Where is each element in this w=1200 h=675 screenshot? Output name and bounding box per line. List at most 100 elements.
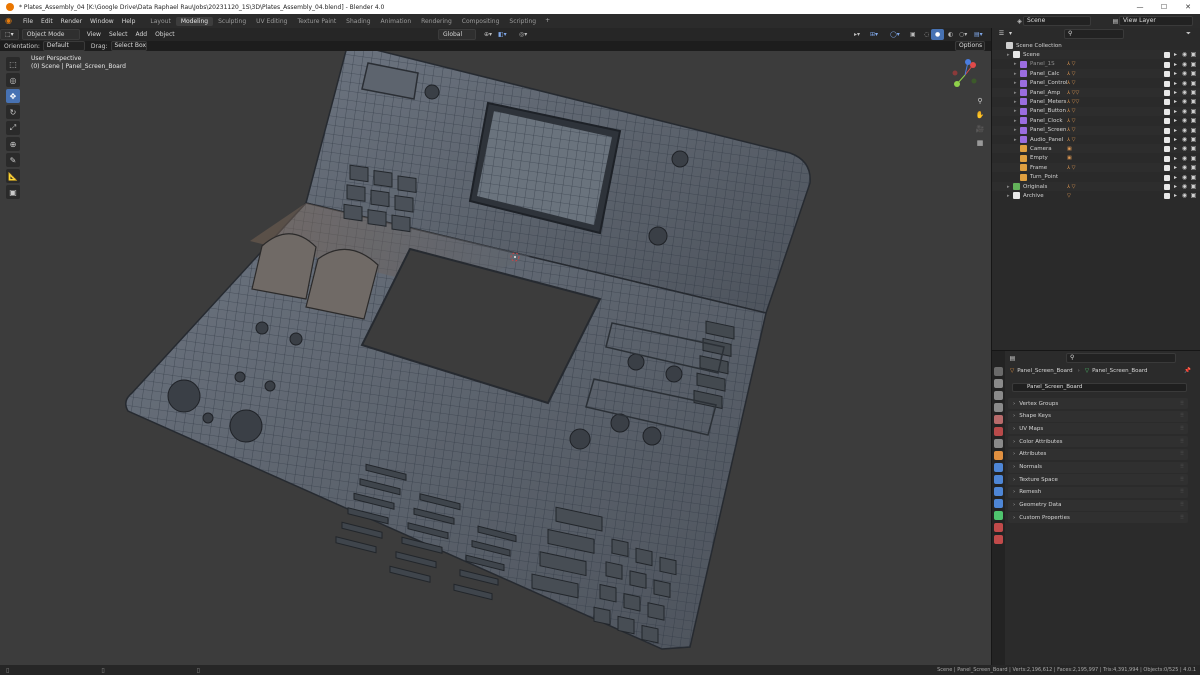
panel-uv-maps[interactable]: › UV Maps ⠿ <box>1008 423 1188 435</box>
tab-shading[interactable]: Shading <box>341 17 375 26</box>
outliner-row[interactable]: ▸ Panel_Button ⅄ ▽ ▸ ◉ ▣ <box>992 106 1200 116</box>
x-axis-handle[interactable] <box>970 62 976 68</box>
eye-icon[interactable]: ◉ <box>1181 89 1188 96</box>
tab-scripting[interactable]: Scripting <box>504 17 541 26</box>
material-tab-icon[interactable] <box>994 523 1003 532</box>
outliner-row[interactable]: ▸ Panel_Calc ⅄ ▽ ▸ ◉ ▣ <box>992 69 1200 79</box>
tool-tab-icon[interactable] <box>994 367 1003 376</box>
tab-modeling[interactable]: Modeling <box>175 16 214 26</box>
proportional-edit-icon[interactable]: ◎▾ <box>515 29 531 40</box>
menu-window[interactable]: Window <box>86 18 118 25</box>
eye-icon[interactable]: ◉ <box>1181 127 1188 134</box>
modifier-tab-icon[interactable] <box>994 463 1003 472</box>
eye-icon[interactable]: ◉ <box>1181 155 1188 162</box>
drag-handle-icon[interactable]: ⠿ <box>1180 426 1184 432</box>
gizmo-toggle-icon[interactable]: ⊞▾ <box>866 29 882 40</box>
render-camera-icon[interactable]: ▣ <box>1190 192 1197 199</box>
eye-icon[interactable]: ◉ <box>1181 108 1188 115</box>
panel-attributes[interactable]: › Attributes ⠿ <box>1008 448 1188 460</box>
y-axis-handle[interactable] <box>954 81 960 87</box>
particles-tab-icon[interactable] <box>994 475 1003 484</box>
select-arrow-icon[interactable]: ▸ <box>1172 51 1179 58</box>
outliner-row[interactable]: ▸ Panel_Amp ⅄ ▽▽ ▸ ◉ ▣ <box>992 88 1200 97</box>
exclude-checkbox[interactable] <box>1164 174 1170 181</box>
render-camera-icon[interactable]: ▣ <box>1190 145 1197 152</box>
render-camera-icon[interactable]: ▣ <box>1190 108 1197 115</box>
select-arrow-icon[interactable]: ▸ <box>1172 127 1179 134</box>
outliner-row[interactable]: ▸ Scene ▸ ◉ ▣ <box>992 50 1200 60</box>
tab-rendering[interactable]: Rendering <box>416 17 457 26</box>
panel-color-attributes[interactable]: › Color Attributes ⠿ <box>1008 436 1188 448</box>
annotate-tool[interactable]: ✎ <box>6 153 20 167</box>
drag-handle-icon[interactable]: ⠿ <box>1180 502 1184 508</box>
neg-y-axis-handle[interactable] <box>971 78 977 84</box>
menu-object[interactable]: Object <box>151 29 179 40</box>
display-mode-icon[interactable]: ▾ <box>1007 30 1014 37</box>
outliner-row[interactable]: ▸ Panel_Control ⅄ ▽ ▸ ◉ ▣ <box>992 79 1200 88</box>
tab-compositing[interactable]: Compositing <box>457 17 505 26</box>
drag-handle-icon[interactable]: ⠿ <box>1180 451 1184 457</box>
select-arrow-icon[interactable]: ▸ <box>1172 70 1179 77</box>
constraints-tab-icon[interactable] <box>994 499 1003 508</box>
outliner-row[interactable]: ▸ Audio_Panel ⅄ ▽ ▸ ◉ ▣ <box>992 135 1200 144</box>
select-arrow-icon[interactable]: ▸ <box>1172 192 1179 199</box>
panel-normals[interactable]: › Normals ⠿ <box>1008 461 1188 473</box>
render-camera-icon[interactable]: ▣ <box>1190 136 1197 143</box>
render-camera-icon[interactable]: ▣ <box>1190 183 1197 190</box>
select-arrow-icon[interactable]: ▸ <box>1172 155 1179 162</box>
outliner-row[interactable]: ▸ Originals ⅄ ▽ ▸ ◉ ▣ <box>992 182 1200 191</box>
pan-hand-icon[interactable]: ✋ <box>974 109 986 121</box>
collection-tab-icon[interactable] <box>994 439 1003 448</box>
panel-remesh[interactable]: › Remesh ⠿ <box>1008 486 1188 498</box>
physics-tab-icon[interactable] <box>994 487 1003 496</box>
snap-icon[interactable]: ◧▾ <box>494 29 511 40</box>
xray-toggle-icon[interactable]: ▣ <box>906 29 920 40</box>
scene-tab-icon[interactable] <box>994 415 1003 424</box>
menu-select[interactable]: Select <box>105 29 132 40</box>
transform-orientation-dropdown[interactable]: Global <box>438 29 476 40</box>
menu-add[interactable]: Add <box>131 29 151 40</box>
exclude-checkbox[interactable] <box>1164 71 1170 78</box>
eye-icon[interactable]: ◉ <box>1181 192 1188 199</box>
exclude-checkbox[interactable] <box>1164 146 1170 153</box>
orientation-dropdown[interactable]: Default <box>42 41 85 51</box>
properties-editor-icon[interactable]: ▤ <box>1009 355 1016 362</box>
render-camera-icon[interactable]: ▣ <box>1190 164 1197 171</box>
drag-handle-icon[interactable]: ⠿ <box>1180 489 1184 495</box>
panel-geometry-data[interactable]: › Geometry Data ⠿ <box>1008 499 1188 511</box>
render-camera-icon[interactable]: ▣ <box>1190 51 1197 58</box>
exclude-checkbox[interactable] <box>1164 165 1170 172</box>
editor-type-button[interactable]: ⬚▾ <box>0 29 19 40</box>
render-camera-icon[interactable]: ▣ <box>1190 89 1197 96</box>
outliner-row[interactable]: Scene Collection <box>992 41 1200 50</box>
object-tab-icon[interactable] <box>994 451 1003 460</box>
eye-icon[interactable]: ◉ <box>1181 136 1188 143</box>
rotate-tool[interactable]: ↻ <box>6 105 20 119</box>
render-camera-icon[interactable]: ▣ <box>1190 98 1197 105</box>
eye-icon[interactable]: ◉ <box>1181 164 1188 171</box>
outliner-row[interactable]: Frame ⅄ ▽ ▸ ◉ ▣ <box>992 163 1200 173</box>
render-camera-icon[interactable]: ▣ <box>1190 70 1197 77</box>
render-camera-icon[interactable]: ▣ <box>1190 155 1197 162</box>
z-axis-handle[interactable] <box>965 59 971 65</box>
outliner-row[interactable]: Camera ▣ ▸ ◉ ▣ <box>992 144 1200 154</box>
zoom-icon[interactable]: ⚲ <box>974 95 986 107</box>
sidebar-toggle-icon[interactable]: ▤▾ <box>970 29 987 40</box>
select-arrow-icon[interactable]: ▸ <box>1172 145 1179 152</box>
eye-icon[interactable]: ◉ <box>1181 61 1188 68</box>
eye-icon[interactable]: ◉ <box>1181 174 1188 181</box>
eye-icon[interactable]: ◉ <box>1181 98 1188 105</box>
select-arrow-icon[interactable]: ▸ <box>1172 61 1179 68</box>
view-layer-tab-icon[interactable] <box>994 403 1003 412</box>
exclude-checkbox[interactable] <box>1164 80 1170 87</box>
render-camera-icon[interactable]: ▣ <box>1190 127 1197 134</box>
drag-handle-icon[interactable]: ⠿ <box>1180 477 1184 483</box>
panel-vertex-groups[interactable]: › Vertex Groups ⠿ <box>1008 398 1188 409</box>
exclude-checkbox[interactable] <box>1164 193 1170 200</box>
drag-dropdown[interactable]: Select Box <box>110 41 147 51</box>
tab-texture-paint[interactable]: Texture Paint <box>292 17 341 26</box>
eye-icon[interactable]: ◉ <box>1181 117 1188 124</box>
selectability-icon[interactable]: ▸▾ <box>850 29 864 40</box>
pin-icon[interactable]: 📌 <box>1184 368 1191 374</box>
menu-render[interactable]: Render <box>57 18 86 25</box>
